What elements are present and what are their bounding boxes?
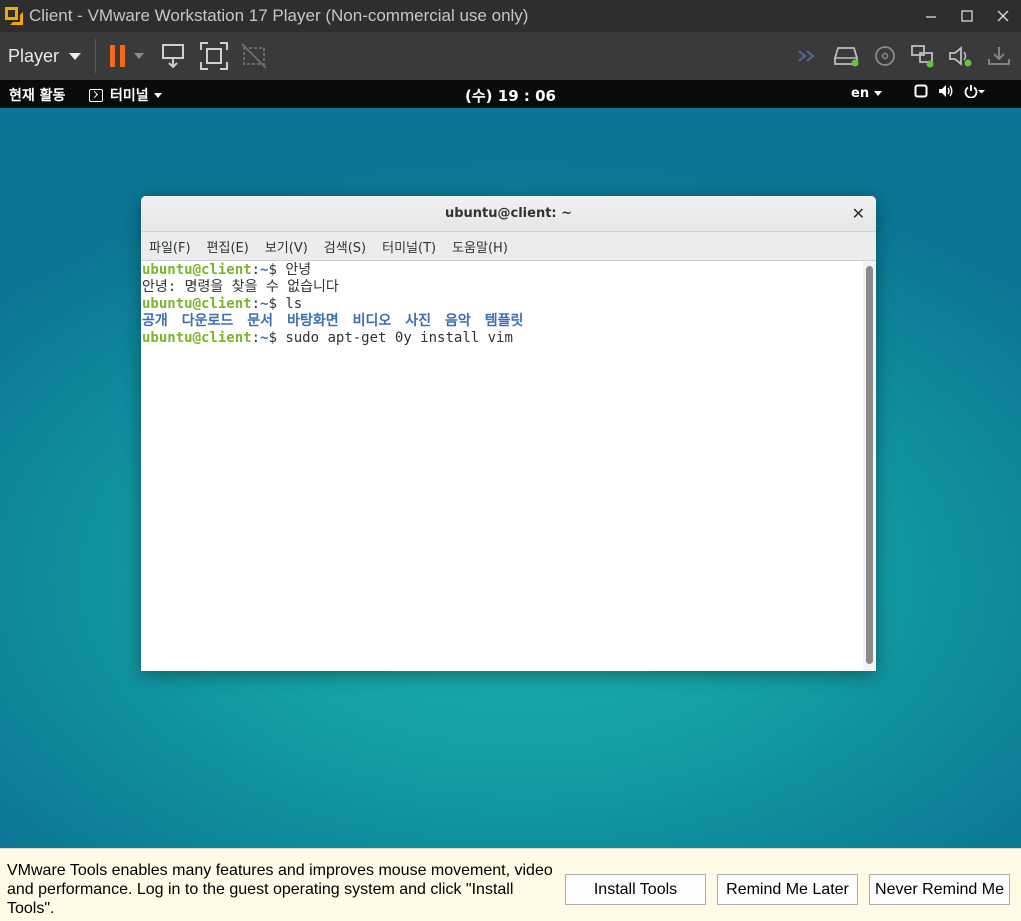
install-tools-button[interactable]: Install Tools: [565, 874, 706, 905]
directory-entry: 다운로드: [181, 313, 234, 329]
ls-output-line: 공개 다운로드 문서 바탕화면 비디오 사진 음악 템플릿: [142, 313, 863, 330]
device-icons: [793, 32, 1015, 80]
prompt-user: ubuntu@client: [142, 262, 252, 278]
network-arrows-icon[interactable]: [793, 40, 825, 72]
player-menu-label: Player: [8, 45, 60, 66]
scrollbar-thumb[interactable]: [866, 266, 873, 664]
system-menu[interactable]: [914, 84, 986, 98]
power-icon: [964, 85, 985, 98]
usb-device-icon[interactable]: [983, 40, 1015, 72]
directory-entry: 사진: [405, 313, 431, 329]
chevron-down-icon: [874, 91, 883, 96]
pause-button[interactable]: [110, 40, 145, 72]
volume-icon: [939, 85, 953, 97]
terminal-menu-item[interactable]: 터미널(T): [378, 237, 440, 256]
directory-entry: 문서: [247, 313, 274, 329]
remind-me-later-button[interactable]: Remind Me Later: [717, 874, 858, 905]
directory-entry: 공개: [142, 313, 168, 329]
window-controls: [913, 0, 1021, 32]
chevron-down-icon: [69, 52, 82, 60]
command-text: sudo apt-get 0y install vim: [285, 330, 513, 346]
language-selector[interactable]: en: [851, 86, 883, 101]
player-menu-button[interactable]: Player: [0, 32, 82, 80]
cd-dvd-icon[interactable]: [869, 40, 901, 72]
prompt-separator: :: [251, 262, 261, 278]
command-text: ls: [285, 296, 303, 312]
terminal-command-line: ubuntu@client:~$ ls: [142, 296, 863, 313]
terminal-title: ubuntu@client: ~: [444, 206, 573, 221]
directory-entry: 바탕화면: [287, 313, 339, 329]
never-remind-me-button[interactable]: Never Remind Me: [869, 874, 1010, 905]
pause-icon: [110, 44, 126, 68]
terminal-command-line: ubuntu@client:~$ sudo apt-get 0y install…: [142, 330, 863, 347]
prompt-symbol: $: [268, 296, 286, 312]
directory-entry: 템플릿: [484, 313, 524, 329]
send-ctrl-alt-del-icon[interactable]: [158, 40, 190, 72]
directory-entry: 비디오: [352, 313, 392, 329]
terminal-output[interactable]: ubuntu@client:~$ 안녕 안녕: 명령을 찾을 수 없습니다 ubun…: [141, 261, 863, 671]
fullscreen-icon[interactable]: [198, 40, 230, 72]
command-text: 안녕: [285, 262, 312, 278]
chevron-down-icon: [134, 53, 145, 59]
prompt-separator: :: [251, 330, 261, 346]
guest-top-bar: 현재 활동 터미널 (수) 19 : 06 en: [0, 80, 1021, 108]
terminal-menubar: 파일(F) 편집(E) 보기(V) 검색(S) 터미널(T) 도움말(H): [141, 232, 876, 261]
terminal-scrollbar[interactable]: [863, 261, 876, 671]
close-icon[interactable]: ✕: [852, 204, 865, 223]
prompt-symbol: $: [268, 262, 286, 278]
prompt-symbol: $: [268, 330, 286, 346]
hard-disk-icon[interactable]: [831, 40, 863, 72]
unity-mode-icon: [238, 40, 270, 72]
directory-entry: 음악: [445, 313, 471, 329]
terminal-menu-item[interactable]: 도움말(H): [448, 237, 512, 256]
toolbar-divider: [95, 39, 97, 73]
vmware-tools-notification: VMware Tools enables many features and i…: [0, 848, 1021, 921]
language-label: en: [851, 86, 870, 101]
terminal-menu-item[interactable]: 보기(V): [261, 237, 312, 256]
terminal-titlebar[interactable]: ubuntu@client: ~ ✕: [141, 196, 876, 232]
sound-card-icon[interactable]: [945, 40, 977, 72]
vmware-player-window: Client - VMware Workstation 17 Player (N…: [0, 0, 1021, 921]
network-adapter-icon[interactable]: [907, 40, 939, 72]
vmware-logo-icon: [3, 5, 25, 27]
terminal-menu-item[interactable]: 편집(E): [203, 237, 253, 256]
minimize-icon[interactable]: [913, 0, 949, 32]
notification-message: VMware Tools enables many features and i…: [7, 862, 553, 917]
prompt-separator: :: [251, 296, 261, 312]
maximize-icon[interactable]: [949, 0, 985, 32]
close-icon[interactable]: [985, 0, 1021, 32]
terminal-command-line: ubuntu@client:~$ 안녕: [142, 262, 863, 279]
player-toolbar: Player: [0, 32, 1021, 80]
terminal-menu-item[interactable]: 검색(S): [320, 237, 370, 256]
terminal-menu-item[interactable]: 파일(F): [145, 237, 195, 256]
prompt-user: ubuntu@client: [142, 296, 252, 312]
screen-icon: [914, 84, 928, 98]
prompt-user: ubuntu@client: [142, 330, 252, 346]
terminal-output-line: 안녕: 명령을 찾을 수 없습니다: [142, 279, 339, 295]
window-titlebar: Client - VMware Workstation 17 Player (N…: [0, 0, 1021, 32]
window-title: Client - VMware Workstation 17 Player (N…: [29, 6, 529, 25]
terminal-window[interactable]: ubuntu@client: ~ ✕ 파일(F) 편집(E) 보기(V) 검색(S) 터…: [141, 196, 876, 671]
